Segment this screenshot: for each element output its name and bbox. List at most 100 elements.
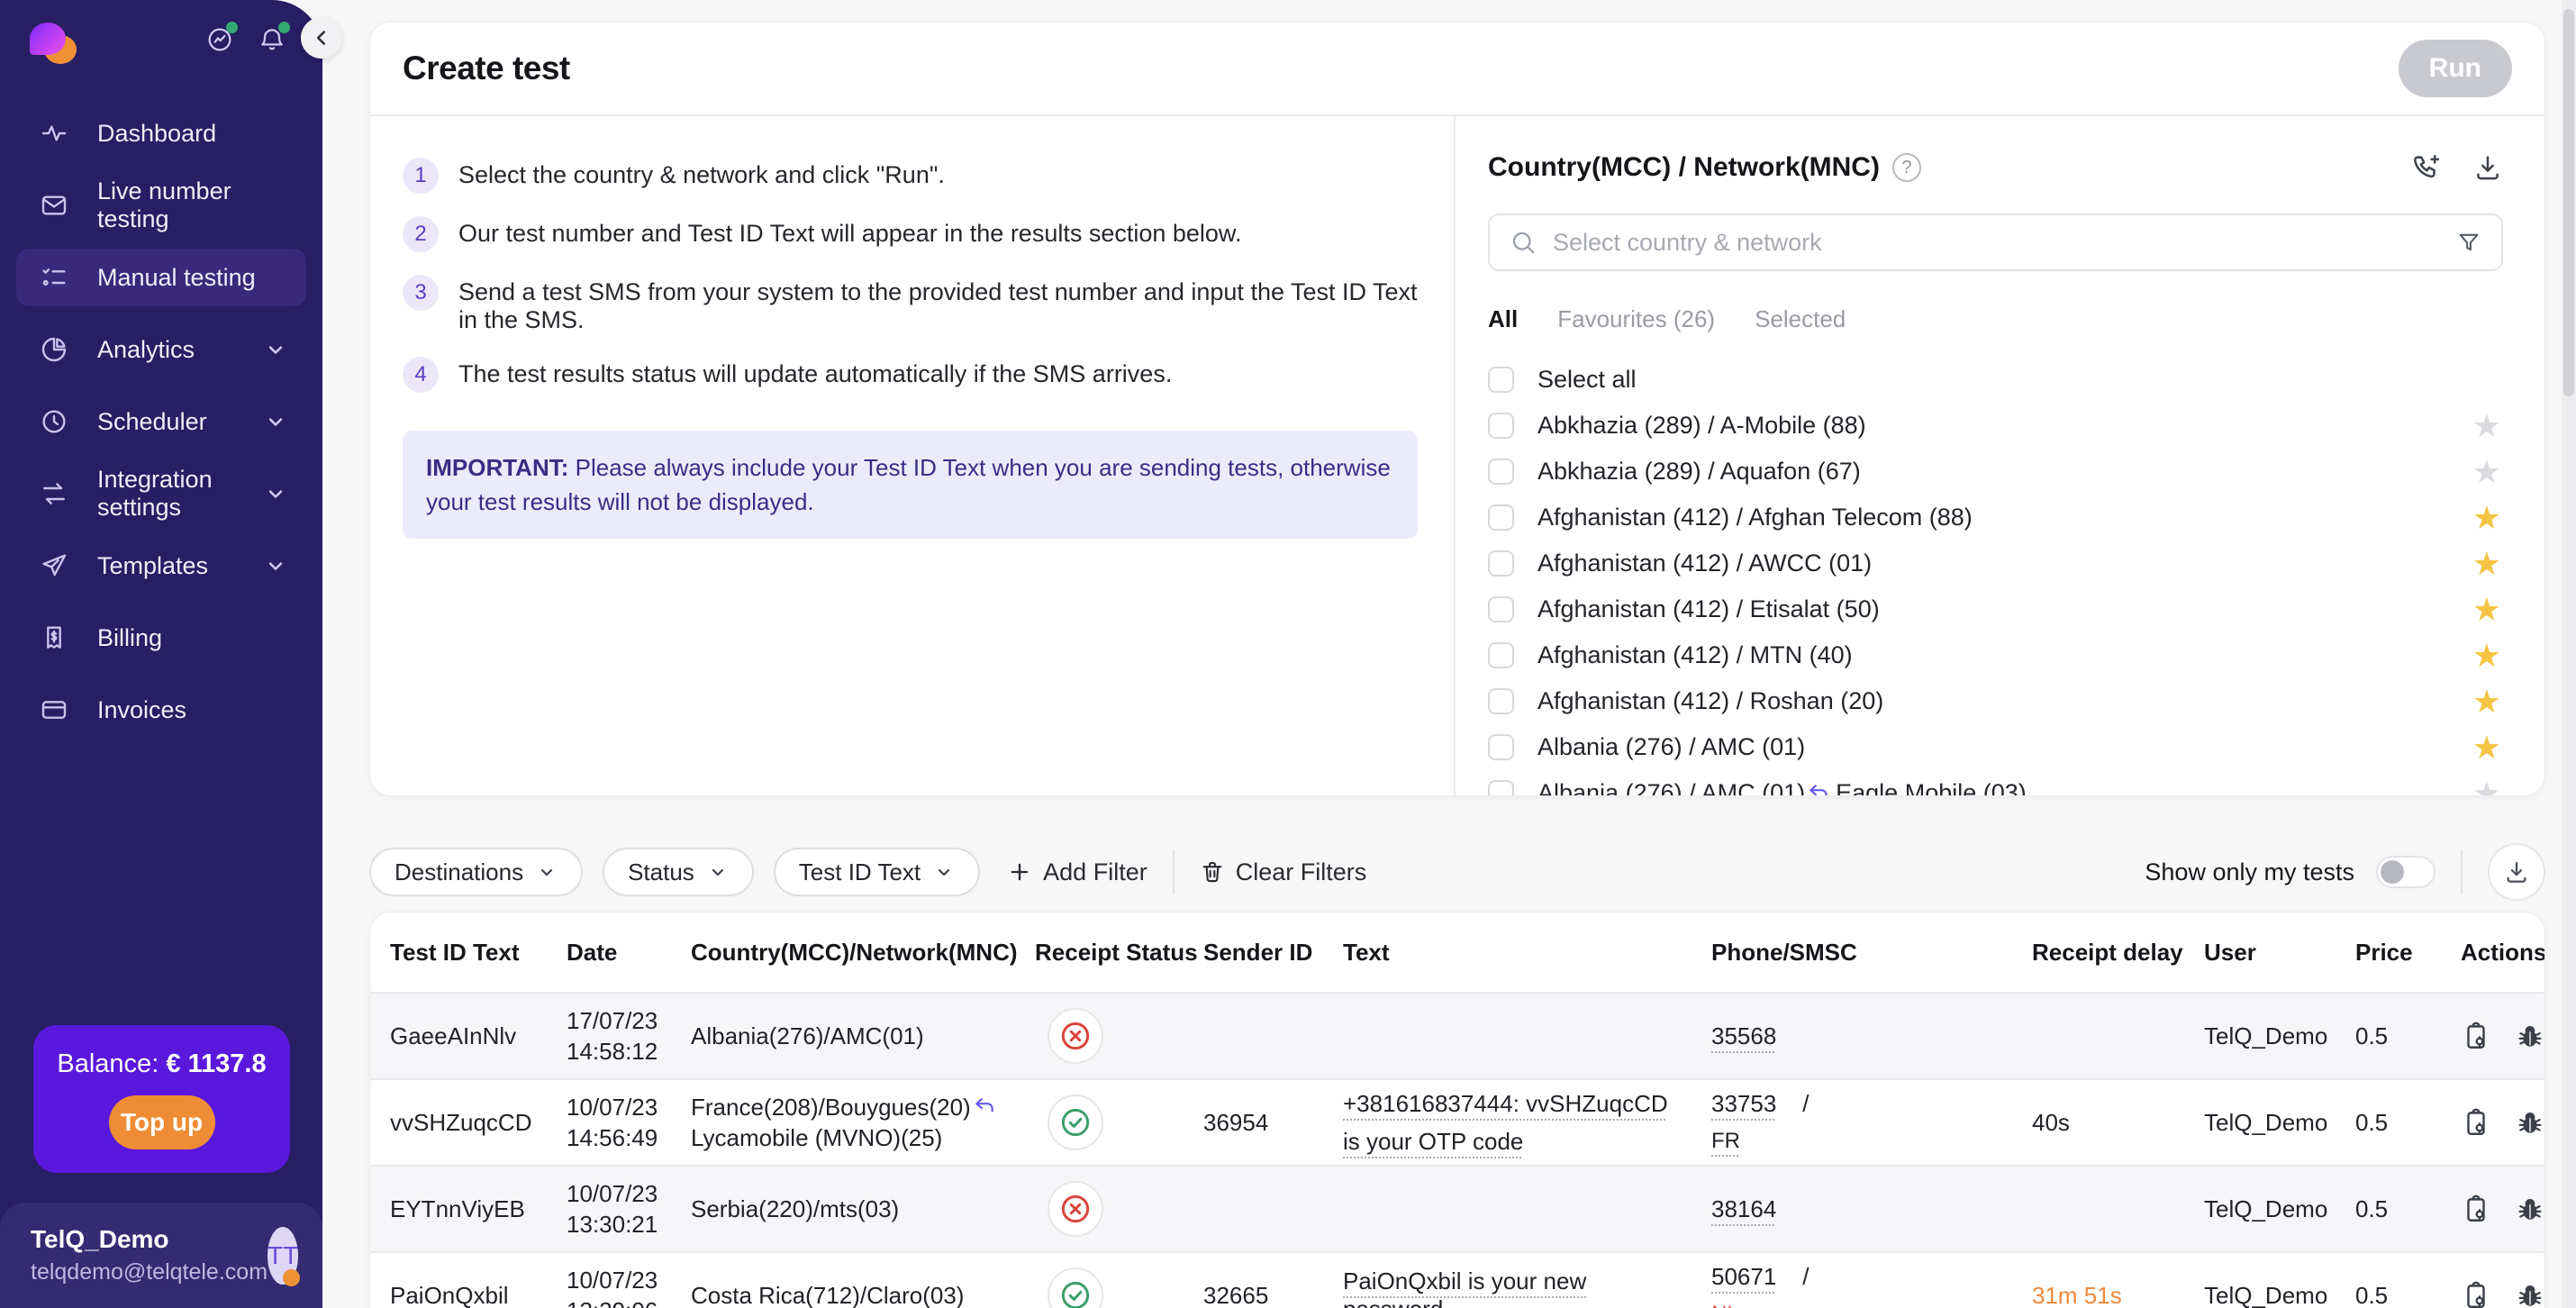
favourite-star-icon[interactable]: ★: [2472, 686, 2501, 718]
tab-all[interactable]: All: [1488, 305, 1518, 333]
favourite-star-icon[interactable]: ★: [2472, 410, 2501, 442]
run-button[interactable]: Run: [2399, 40, 2512, 97]
help-icon[interactable]: ?: [1892, 153, 1921, 182]
download-results-button[interactable]: [2488, 843, 2545, 901]
test-details-icon[interactable]: [2461, 1280, 2491, 1308]
balance-value: € 1137.8: [166, 1049, 266, 1078]
chevron-left-icon: [310, 26, 333, 50]
test-details-icon[interactable]: [2461, 1107, 2491, 1138]
debug-bug-icon[interactable]: [2515, 1107, 2545, 1138]
sidebar-item-label: Invoices: [97, 696, 288, 724]
favourite-star-icon[interactable]: ★: [2472, 594, 2501, 626]
network-list-item: Afghanistan (412) / MTN (40) ★: [1488, 632, 2503, 678]
tab-favourites[interactable]: Favourites (26): [1557, 305, 1715, 333]
add-phone-icon[interactable]: [2411, 152, 2442, 183]
cell-receipt-delay: 40s: [2032, 1109, 2204, 1137]
add-filter-button[interactable]: Add Filter: [1007, 858, 1147, 886]
cell-test-id: vvSHZuqcCD: [390, 1109, 567, 1137]
favourite-star-icon[interactable]: ★: [2472, 548, 2501, 580]
col-phone-smsc: Phone/SMSC: [1711, 939, 2032, 967]
sidebar-item-scheduler[interactable]: Scheduler: [16, 393, 306, 450]
sidebar-item-templates[interactable]: Templates: [16, 537, 306, 595]
select-all-checkbox[interactable]: [1488, 367, 1514, 393]
filter-pill-destinations[interactable]: Destinations: [369, 848, 583, 896]
clear-filters-button[interactable]: Clear Filters: [1200, 858, 1367, 886]
favourite-star-icon[interactable]: ★: [2472, 502, 2501, 534]
activity-icon: [40, 119, 68, 148]
debug-bug-icon[interactable]: [2515, 1194, 2545, 1224]
cell-test-id: GaeeAInNlv: [390, 1022, 567, 1050]
avatar[interactable]: TT: [268, 1227, 298, 1285]
network-search-input[interactable]: [1553, 229, 2456, 257]
smsc-code[interactable]: FR: [1711, 1129, 1740, 1153]
sidebar-item-invoices[interactable]: Invoices: [16, 681, 306, 739]
col-receipt-delay: Receipt delay: [2032, 939, 2204, 967]
sidebar-item-label: Live number testing: [97, 177, 288, 233]
important-note: IMPORTANT: Please always include your Te…: [403, 431, 1418, 539]
status-monitor-icon[interactable]: [205, 25, 234, 54]
network-label: Afghanistan (412) / Afghan Telecom (88): [1537, 504, 1973, 531]
chevron-down-icon: [263, 553, 288, 578]
toolbar-divider: [1173, 850, 1175, 894]
network-checkbox[interactable]: [1488, 413, 1514, 439]
user-bar[interactable]: TelQ_Demo telqdemo@telqtele.com TT: [0, 1203, 322, 1308]
cell-country: Serbia(220)/mts(03): [691, 1195, 1035, 1223]
scrollbar-thumb[interactable]: [2563, 9, 2574, 396]
test-details-icon[interactable]: [2461, 1021, 2491, 1051]
phone-number[interactable]: 35568: [1711, 1022, 1776, 1049]
sidebar-item-live-number-testing[interactable]: Live number testing: [16, 177, 306, 234]
sidebar-item-analytics[interactable]: Analytics: [16, 321, 306, 378]
sms-text[interactable]: PaiOnQxbil is your new password.: [1343, 1267, 1586, 1308]
debug-bug-icon[interactable]: [2515, 1280, 2545, 1308]
cell-date: 10/07/2313:30:21: [567, 1178, 691, 1240]
clock-icon: [40, 407, 68, 436]
sidebar-item-manual-testing[interactable]: Manual testing: [16, 249, 306, 306]
sidebar-item-integration-settings[interactable]: Integration settings: [16, 465, 306, 522]
smsc-code[interactable]: NL: [1711, 1302, 1739, 1308]
network-checkbox[interactable]: [1488, 688, 1514, 714]
network-tabs: All Favourites (26) Selected: [1488, 305, 2503, 333]
sidebar-item-dashboard[interactable]: Dashboard: [16, 104, 306, 162]
table-row[interactable]: GaeeAInNlv 17/07/2314:58:12 Albania(276)…: [370, 992, 2544, 1078]
checklist-icon: [40, 263, 68, 292]
filter-toolbar: Destinations Status Test ID Text Add Fil…: [369, 847, 2545, 897]
notifications-bell-icon[interactable]: [258, 25, 286, 54]
phone-number[interactable]: 38164: [1711, 1195, 1776, 1222]
network-checkbox[interactable]: [1488, 642, 1514, 668]
top-up-button[interactable]: Top up: [109, 1095, 215, 1149]
favourite-star-icon[interactable]: ★: [2472, 777, 2501, 797]
phone-number[interactable]: 50671: [1711, 1263, 1776, 1290]
cell-date: 17/07/2314:58:12: [567, 1005, 691, 1067]
network-checkbox[interactable]: [1488, 504, 1514, 531]
show-only-my-tests-toggle[interactable]: [2376, 856, 2435, 888]
network-checkbox[interactable]: [1488, 459, 1514, 485]
phone-number[interactable]: 33753: [1711, 1090, 1776, 1117]
network-checkbox[interactable]: [1488, 596, 1514, 622]
download-networks-icon[interactable]: [2472, 152, 2503, 183]
table-row[interactable]: vvSHZuqcCD 10/07/2314:56:49 France(208)/…: [370, 1078, 2544, 1165]
chevron-down-icon: [263, 337, 288, 362]
favourite-star-icon[interactable]: ★: [2472, 640, 2501, 672]
test-details-icon[interactable]: [2461, 1194, 2491, 1224]
cell-country: Costa Rica(712)/Claro(03): [691, 1282, 1035, 1308]
network-checkbox[interactable]: [1488, 780, 1514, 796]
network-list-item: Abkhazia (289) / Aquafon (67) ★: [1488, 449, 2503, 495]
debug-bug-icon[interactable]: [2515, 1021, 2545, 1051]
sidebar-item-billing[interactable]: Billing: [16, 609, 306, 667]
network-checkbox[interactable]: [1488, 550, 1514, 577]
tab-selected[interactable]: Selected: [1755, 305, 1846, 333]
network-checkbox[interactable]: [1488, 734, 1514, 760]
network-list-item: Afghanistan (412) / Roshan (20) ★: [1488, 678, 2503, 724]
sms-text[interactable]: +381616837444: vvSHZuqcCD is your OTP co…: [1343, 1090, 1668, 1155]
cell-test-id: EYTnnViyEB: [390, 1195, 567, 1223]
filter-pill-test-id-text[interactable]: Test ID Text: [774, 848, 980, 896]
favourite-star-icon[interactable]: ★: [2472, 456, 2501, 488]
sidebar-collapse-button[interactable]: [301, 17, 342, 59]
filter-pill-status[interactable]: Status: [603, 848, 754, 896]
filter-funnel-icon[interactable]: [2456, 230, 2481, 255]
table-row[interactable]: EYTnnViyEB 10/07/2313:30:21 Serbia(220)/…: [370, 1165, 2544, 1251]
favourite-star-icon[interactable]: ★: [2472, 731, 2501, 764]
col-actions: Actions: [2461, 939, 2545, 967]
table-row[interactable]: PaiOnQxbil 10/07/2313:29:06 Costa Rica(7…: [370, 1251, 2544, 1308]
page-scrollbar[interactable]: [2562, 0, 2576, 1308]
